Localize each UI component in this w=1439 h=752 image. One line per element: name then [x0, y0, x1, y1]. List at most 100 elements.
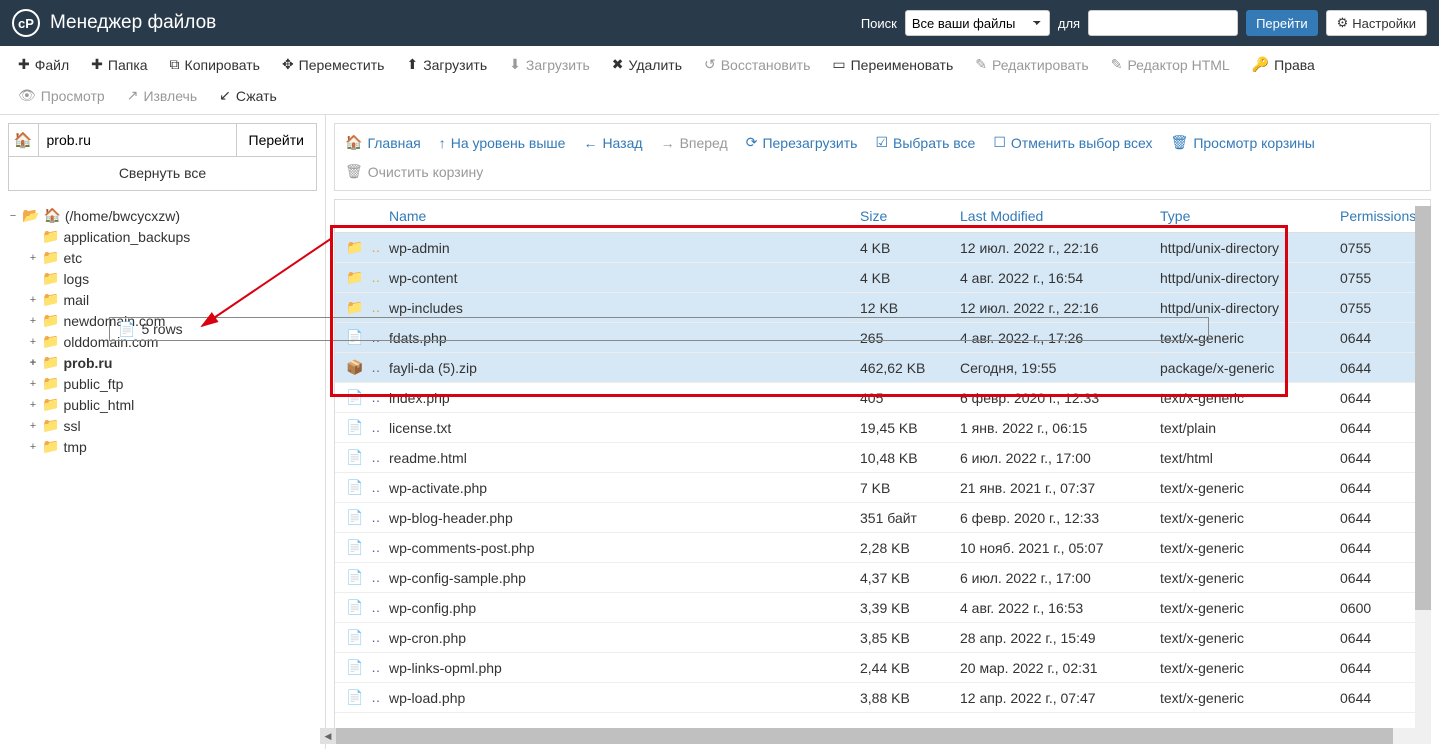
tree-item-prob-ru[interactable]: +📁prob.ru [28, 352, 317, 373]
file-name: wp-activate.php [379, 473, 850, 503]
folder-icon: 📁 [345, 239, 365, 256]
toolbar-edit-button: ✎Редактировать [965, 50, 1098, 79]
table-row[interactable]: 📄wp-cron.php3,85 KB28 апр. 2022 г., 15:4… [335, 623, 1430, 653]
tree-item-etc[interactable]: +📁etc [28, 247, 317, 268]
table-row[interactable]: 📄wp-config.php3,39 KB4 авг. 2022 г., 16:… [335, 593, 1430, 623]
table-row[interactable]: 📄readme.html10,48 KB6 июл. 2022 г., 17:0… [335, 443, 1430, 473]
tree-item-application-backups[interactable]: 📁application_backups [28, 226, 317, 247]
folder-icon: 📁 [42, 354, 59, 371]
nav-trash-link[interactable]: 🗑Просмотр корзины [1169, 130, 1317, 155]
nav-label: Назад [602, 135, 642, 151]
col-icon[interactable] [335, 200, 379, 233]
table-row[interactable]: 📄fdats.php2654 авг. 2022 г., 17:26text/x… [335, 323, 1430, 353]
nav-home-link[interactable]: 🏠Главная [343, 130, 423, 155]
folder-icon: 📁 [42, 438, 59, 455]
expand-icon[interactable]: + [28, 315, 38, 327]
tree-item-ssl[interactable]: +📁ssl [28, 415, 317, 436]
nav-forward-link: →Вперед [659, 130, 730, 155]
table-row[interactable]: 📁wp-content4 KB4 авг. 2022 г., 16:54http… [335, 263, 1430, 293]
table-row[interactable]: 📁wp-includes12 KB12 июл. 2022 г., 22:16h… [335, 293, 1430, 323]
nav-selectall-link[interactable]: ☑Выбрать все [873, 130, 977, 155]
path-input[interactable] [39, 123, 237, 157]
file-modified: 6 февр. 2020 г., 12:33 [950, 503, 1150, 533]
settings-button[interactable]: ⚙ Настройки [1326, 10, 1427, 36]
table-row[interactable]: 📄wp-blog-header.php351 байт6 февр. 2020 … [335, 503, 1430, 533]
file-type: text/x-generic [1150, 503, 1330, 533]
copy-icon: ⧉ [170, 56, 180, 73]
tree-root[interactable]: − 📂 🏠 (/home/bwcycxzw) [8, 205, 317, 226]
tree-item-logs[interactable]: 📁logs [28, 268, 317, 289]
file-modified: Сегодня, 19:55 [950, 353, 1150, 383]
table-row[interactable]: 📦fayli-da (5).zip462,62 KBСегодня, 19:55… [335, 353, 1430, 383]
home-button[interactable]: 🏠 [8, 123, 39, 157]
expand-icon[interactable]: + [28, 399, 38, 411]
col-size[interactable]: Size [850, 200, 950, 233]
scrollbar-thumb[interactable] [336, 728, 1393, 744]
expand-icon[interactable]: + [28, 357, 38, 369]
path-go-button[interactable]: Перейти [237, 123, 317, 157]
expand-icon[interactable]: + [28, 420, 38, 432]
file-type: text/x-generic [1150, 683, 1330, 713]
file-icon: 📄 [345, 419, 365, 436]
file-modified: 20 мар. 2022 г., 02:31 [950, 653, 1150, 683]
toolbar-perm-button[interactable]: 🔑Права [1242, 50, 1325, 79]
nav-up-link[interactable]: ↑На уровень выше [437, 130, 568, 155]
file-type: text/html [1150, 443, 1330, 473]
tree-root-label: (/home/bwcycxzw) [65, 208, 180, 224]
nav-reload-link[interactable]: ⟳Перезагрузить [744, 130, 860, 155]
vertical-scrollbar[interactable] [1415, 206, 1431, 744]
table-row[interactable]: 📄wp-config-sample.php4,37 KB6 июл. 2022 … [335, 563, 1430, 593]
table-row[interactable]: 📁wp-admin4 KB12 июл. 2022 г., 22:16httpd… [335, 233, 1430, 263]
horizontal-scrollbar[interactable]: ◀ [336, 728, 1415, 744]
path-row: 🏠 Перейти [8, 123, 317, 157]
scroll-left-icon[interactable]: ◀ [320, 728, 336, 744]
tree-item-mail[interactable]: +📁mail [28, 289, 317, 310]
tree-item-newdomain-com[interactable]: +📁newdomain.com [28, 310, 317, 331]
tree-item-public-html[interactable]: +📁public_html [28, 394, 317, 415]
toolbar-upload-button[interactable]: ⬆Загрузить [396, 50, 497, 79]
tree-item-label: ssl [63, 418, 80, 434]
header-right: Поиск Все ваши файлы для Перейти ⚙ Настр… [861, 10, 1427, 36]
expand-icon[interactable]: + [28, 378, 38, 390]
file-size: 351 байт [850, 503, 950, 533]
col-type[interactable]: Type [1150, 200, 1330, 233]
file-name: index.php [379, 383, 850, 413]
folder-icon: 📁 [42, 270, 59, 287]
toolbar-plus-button[interactable]: ✚Папка [81, 50, 157, 79]
table-row[interactable]: 📄wp-load.php3,88 KB12 апр. 2022 г., 07:4… [335, 683, 1430, 713]
search-scope-select[interactable]: Все ваши файлы [905, 10, 1050, 36]
nav-back-link[interactable]: ←Назад [581, 130, 644, 155]
toolbar-copy-button[interactable]: ⧉Копировать [160, 50, 270, 79]
search-input[interactable] [1088, 10, 1238, 36]
expand-icon[interactable]: + [28, 294, 38, 306]
nav-label: Выбрать все [893, 135, 975, 151]
table-row[interactable]: 📄wp-comments-post.php2,28 KB10 нояб. 202… [335, 533, 1430, 563]
table-row[interactable]: 📄wp-activate.php7 KB21 янв. 2021 г., 07:… [335, 473, 1430, 503]
col-modified[interactable]: Last Modified [950, 200, 1150, 233]
expand-icon[interactable]: + [28, 252, 38, 264]
search-go-button[interactable]: Перейти [1246, 10, 1318, 36]
toolbar-plus-button[interactable]: ✚Файл [8, 50, 79, 79]
toolbar-move-button[interactable]: ✥Переместить [272, 50, 395, 79]
tree-item-label: tmp [63, 439, 86, 455]
toolbar-rename-button[interactable]: ▭Переименовать [822, 50, 963, 79]
collapse-all-button[interactable]: Свернуть все [8, 157, 317, 191]
expand-icon[interactable]: + [28, 336, 38, 348]
table-row[interactable]: 📄wp-links-opml.php2,44 KB20 мар. 2022 г.… [335, 653, 1430, 683]
tree-item-public-ftp[interactable]: +📁public_ftp [28, 373, 317, 394]
table-row[interactable]: 📄license.txt19,45 KB1 янв. 2022 г., 06:1… [335, 413, 1430, 443]
col-name[interactable]: Name [379, 200, 850, 233]
file-modified: 4 авг. 2022 г., 16:53 [950, 593, 1150, 623]
nav-unselect-link[interactable]: ☐Отменить выбор всех [991, 130, 1154, 155]
table-row[interactable]: 📄index.php4056 февр. 2020 г., 12:33text/… [335, 383, 1430, 413]
toolbar-label: Извлечь [143, 88, 197, 104]
toolbar-label: Редактировать [992, 57, 1089, 73]
cpanel-logo-icon: cP [12, 9, 40, 37]
toolbar-delete-button[interactable]: ✖Удалить [602, 50, 692, 79]
nav-label: Просмотр корзины [1193, 135, 1315, 151]
expand-icon[interactable]: + [28, 441, 38, 453]
toolbar-compress-button[interactable]: ↙Сжать [209, 81, 287, 110]
tree-item-olddomain-com[interactable]: +📁olddomain.com [28, 331, 317, 352]
tree-item-tmp[interactable]: + 📁tmp [28, 436, 317, 457]
scrollbar-thumb[interactable] [1415, 206, 1431, 610]
